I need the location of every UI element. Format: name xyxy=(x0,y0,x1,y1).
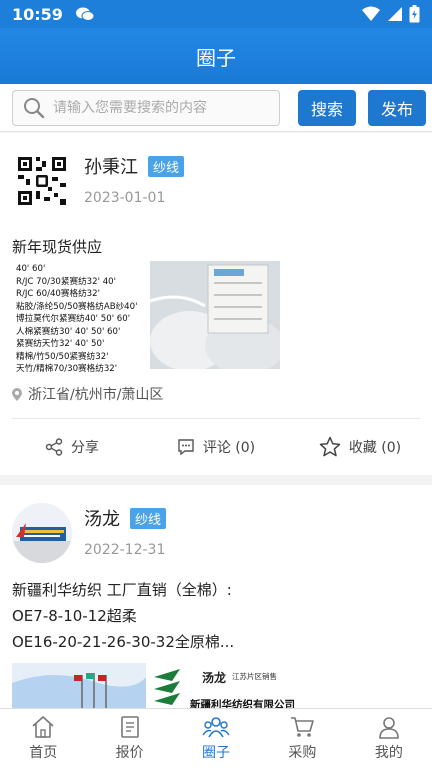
image-text-line: R/JC 60/40赛格纺32' xyxy=(16,289,100,299)
tab-label: 圈子 xyxy=(202,745,231,761)
search-icon xyxy=(24,97,45,118)
wifi-icon xyxy=(362,6,380,21)
status-bar: 10:59 xyxy=(0,0,432,28)
post-header: 孙秉江 纱线 2023-01-01 xyxy=(0,133,432,223)
search-box[interactable] xyxy=(12,89,280,126)
image-text-line: 博拉莫代尔紧赛纺40' 50' 60' xyxy=(16,314,131,324)
search-input[interactable] xyxy=(53,99,253,116)
business-card-image[interactable]: 汤龙 江苏片区销售 新疆利华纺织有限公司 xyxy=(150,663,295,708)
author-row: 孙秉江 纱线 xyxy=(84,153,185,179)
post-line: OE16-20-21-26-30-32全原棉... xyxy=(12,633,235,651)
product-list-image[interactable]: 40' 60' R/JC 70/30紧赛纺32' 40' R/JC 60/40赛… xyxy=(12,261,144,374)
image-text-line: R/JC 70/30紧赛纺32' 40' xyxy=(16,276,117,287)
tab-community[interactable]: 圈子 xyxy=(173,709,259,768)
post-card[interactable]: 孙秉江 纱线 2023-01-01 新年现货供应 40' 60' R/JC 70… xyxy=(0,133,432,475)
image-text-line: 紧赛纺天竹32' 40' 50' xyxy=(16,339,105,349)
post-header: 汤龙 纱线 2022-12-31 xyxy=(0,485,432,577)
share-button[interactable]: 分享 xyxy=(0,437,144,457)
location-pin-icon xyxy=(12,387,22,401)
battery-icon xyxy=(409,5,420,23)
author-name[interactable]: 孙秉江 xyxy=(84,153,138,179)
author-row: 汤龙 纱线 xyxy=(84,505,167,531)
bottom-tab-bar: 首页 报价 圈子 采购 我的 xyxy=(0,708,432,768)
share-label: 分享 xyxy=(71,440,99,456)
comment-label: 评论 (0) xyxy=(202,440,256,456)
tab-label: 首页 xyxy=(29,745,58,761)
favorite-label: 收藏 (0) xyxy=(348,440,402,456)
tab-label: 我的 xyxy=(374,745,403,761)
post-card[interactable]: 汤龙 纱线 2022-12-31 新疆利华纺织 工厂直销（全棉）: OE7-8-… xyxy=(0,485,432,708)
card-company: 新疆利华纺织有限公司 xyxy=(190,699,295,708)
status-time: 10:59 xyxy=(12,4,63,24)
post-title: 新年现货供应 xyxy=(12,238,103,256)
category-badge: 纱线 xyxy=(130,507,167,529)
post-date: 2023-01-01 xyxy=(84,190,166,206)
image-text-line: 天竹/精棉70/30赛格纺32' xyxy=(16,364,118,374)
comment-icon xyxy=(178,439,194,456)
factory-flags-photo[interactable] xyxy=(12,663,146,708)
post-line: OE7-8-10-12超柔 xyxy=(12,607,137,625)
document-icon xyxy=(120,716,139,738)
comment-button[interactable]: 评论 (0) xyxy=(144,437,288,457)
feed-list[interactable]: 孙秉江 纱线 2023-01-01 新年现货供应 40' 60' R/JC 70… xyxy=(0,133,432,708)
card-name: 汤龙 xyxy=(202,671,227,685)
post-content: 新疆利华纺织 工厂直销（全棉）: OE7-8-10-12超柔 OE16-20-2… xyxy=(0,577,432,655)
image-text-line: 粘胶/涤纶50/50赛格纺AB纱40' xyxy=(16,301,138,312)
share-icon xyxy=(45,438,63,456)
author-name[interactable]: 汤龙 xyxy=(84,505,120,531)
app-header: 圈子 xyxy=(0,28,432,84)
wechat-icon xyxy=(75,7,95,21)
favorite-button[interactable]: 收藏 (0) xyxy=(288,436,432,458)
image-text-line: 人棉紧赛纺30' 40' 50' 60' xyxy=(16,326,121,337)
yarn-bag-photo[interactable] xyxy=(150,261,280,369)
category-badge: 纱线 xyxy=(148,155,185,177)
post-images: 40' 60' R/JC 70/30紧赛纺32' 40' R/JC 60/40赛… xyxy=(0,261,432,374)
post-actions: 分享 评论 (0) 收藏 (0) xyxy=(0,419,432,475)
image-text-line: 精棉/竹50/50紧赛纺32' xyxy=(16,351,109,362)
cart-icon xyxy=(291,717,315,737)
tab-quote[interactable]: 报价 xyxy=(86,709,172,768)
tab-label: 报价 xyxy=(115,745,144,761)
post-line: 新疆利华纺织 工厂直销（全棉）: xyxy=(12,581,232,599)
home-icon xyxy=(32,716,54,738)
location-text: 浙江省/杭州市/萧山区 xyxy=(28,387,164,403)
user-icon xyxy=(379,717,399,739)
image-text-line: 40' 60' xyxy=(16,264,46,274)
post-date: 2022-12-31 xyxy=(84,542,166,558)
company-avatar[interactable] xyxy=(12,503,72,563)
tab-label: 采购 xyxy=(288,745,317,761)
community-icon xyxy=(202,717,230,738)
signal-icon xyxy=(388,7,402,21)
qr-avatar[interactable] xyxy=(12,151,72,211)
card-area: 江苏片区销售 xyxy=(232,672,277,681)
company-logo xyxy=(154,669,180,705)
page-title: 圈子 xyxy=(196,45,236,70)
tab-purchase[interactable]: 采购 xyxy=(259,709,345,768)
star-icon xyxy=(319,436,341,457)
tab-profile[interactable]: 我的 xyxy=(346,709,432,768)
tab-home[interactable]: 首页 xyxy=(0,709,86,768)
publish-button[interactable]: 发布 xyxy=(368,89,426,126)
post-images: 汤龙 江苏片区销售 新疆利华纺织有限公司 xyxy=(0,655,432,708)
search-button[interactable]: 搜索 xyxy=(298,89,356,126)
search-row: 搜索 发布 xyxy=(0,84,432,132)
